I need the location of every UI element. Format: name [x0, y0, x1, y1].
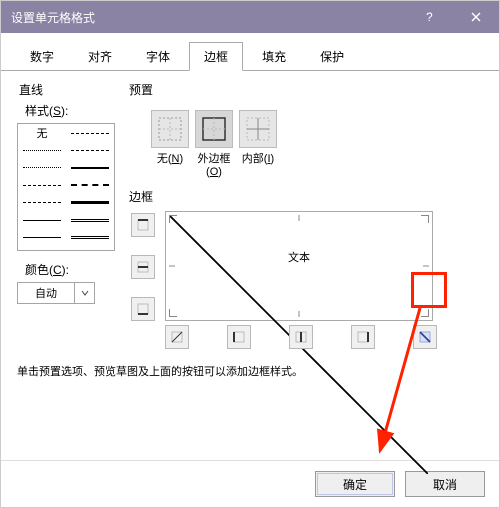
color-label: 颜色(C):: [17, 261, 127, 278]
preset-inner[interactable]: [239, 110, 277, 148]
tab-fill[interactable]: 填充: [247, 42, 301, 71]
line-style-list[interactable]: 无: [17, 123, 115, 251]
color-select[interactable]: 自动: [17, 282, 95, 304]
border-diag-down-button[interactable]: [413, 325, 437, 349]
style-opt[interactable]: [19, 143, 65, 157]
presets-heading: 预置: [127, 81, 483, 98]
style-opt[interactable]: [67, 143, 113, 157]
tab-content: 直线 样式(S): 无: [1, 71, 499, 460]
preview-text: 文本: [288, 249, 310, 265]
preset-outer-label: 外边框(O): [195, 150, 233, 178]
style-opt[interactable]: [19, 178, 65, 192]
line-heading: 直线: [17, 81, 127, 98]
preset-none-label: 无(N): [151, 150, 189, 178]
border-diag-up-button[interactable]: [165, 325, 189, 349]
style-opt[interactable]: [67, 213, 113, 227]
format-cells-dialog: 设置单元格格式 ? 数字 对齐 字体 边框 填充 保护 直线 样式(S):: [0, 0, 500, 508]
style-opt[interactable]: [19, 196, 65, 210]
border-top-button[interactable]: [131, 213, 155, 237]
style-opt[interactable]: [67, 178, 113, 192]
help-button[interactable]: ?: [407, 2, 453, 32]
style-opt[interactable]: [19, 161, 65, 175]
color-value: 自动: [18, 285, 74, 301]
svg-text:?: ?: [426, 11, 433, 23]
border-left-button[interactable]: [227, 325, 251, 349]
titlebar: 设置单元格格式 ?: [1, 1, 499, 33]
cancel-button[interactable]: 取消: [405, 471, 485, 497]
chevron-down-icon: [74, 283, 94, 303]
tab-font[interactable]: 字体: [131, 42, 185, 71]
style-opt[interactable]: [67, 231, 113, 245]
tab-protect[interactable]: 保护: [305, 42, 359, 71]
border-hmiddle-button[interactable]: [131, 255, 155, 279]
tab-align[interactable]: 对齐: [73, 42, 127, 71]
border-area: 文本: [127, 211, 483, 345]
tabs: 数字 对齐 字体 边框 填充 保护: [1, 35, 499, 71]
style-opt[interactable]: [67, 196, 113, 210]
preset-outer[interactable]: [195, 110, 233, 148]
border-vmiddle-button[interactable]: [289, 325, 313, 349]
style-opt[interactable]: [19, 213, 65, 227]
style-opt[interactable]: [67, 126, 113, 140]
ok-button[interactable]: 确定: [315, 471, 395, 497]
dialog-title: 设置单元格格式: [11, 9, 407, 26]
style-opt[interactable]: [19, 231, 65, 245]
style-none[interactable]: 无: [19, 126, 65, 140]
border-right-button[interactable]: [351, 325, 375, 349]
style-opt[interactable]: [67, 161, 113, 175]
preset-inner-label: 内部(I): [239, 150, 277, 178]
border-heading: 边框: [127, 188, 483, 205]
border-bottom-button[interactable]: [131, 297, 155, 321]
border-preview[interactable]: 文本: [165, 211, 433, 321]
style-label: 样式(S):: [17, 102, 127, 119]
preset-none[interactable]: [151, 110, 189, 148]
tab-number[interactable]: 数字: [15, 42, 69, 71]
tab-border[interactable]: 边框: [189, 42, 243, 71]
close-button[interactable]: [453, 2, 499, 32]
